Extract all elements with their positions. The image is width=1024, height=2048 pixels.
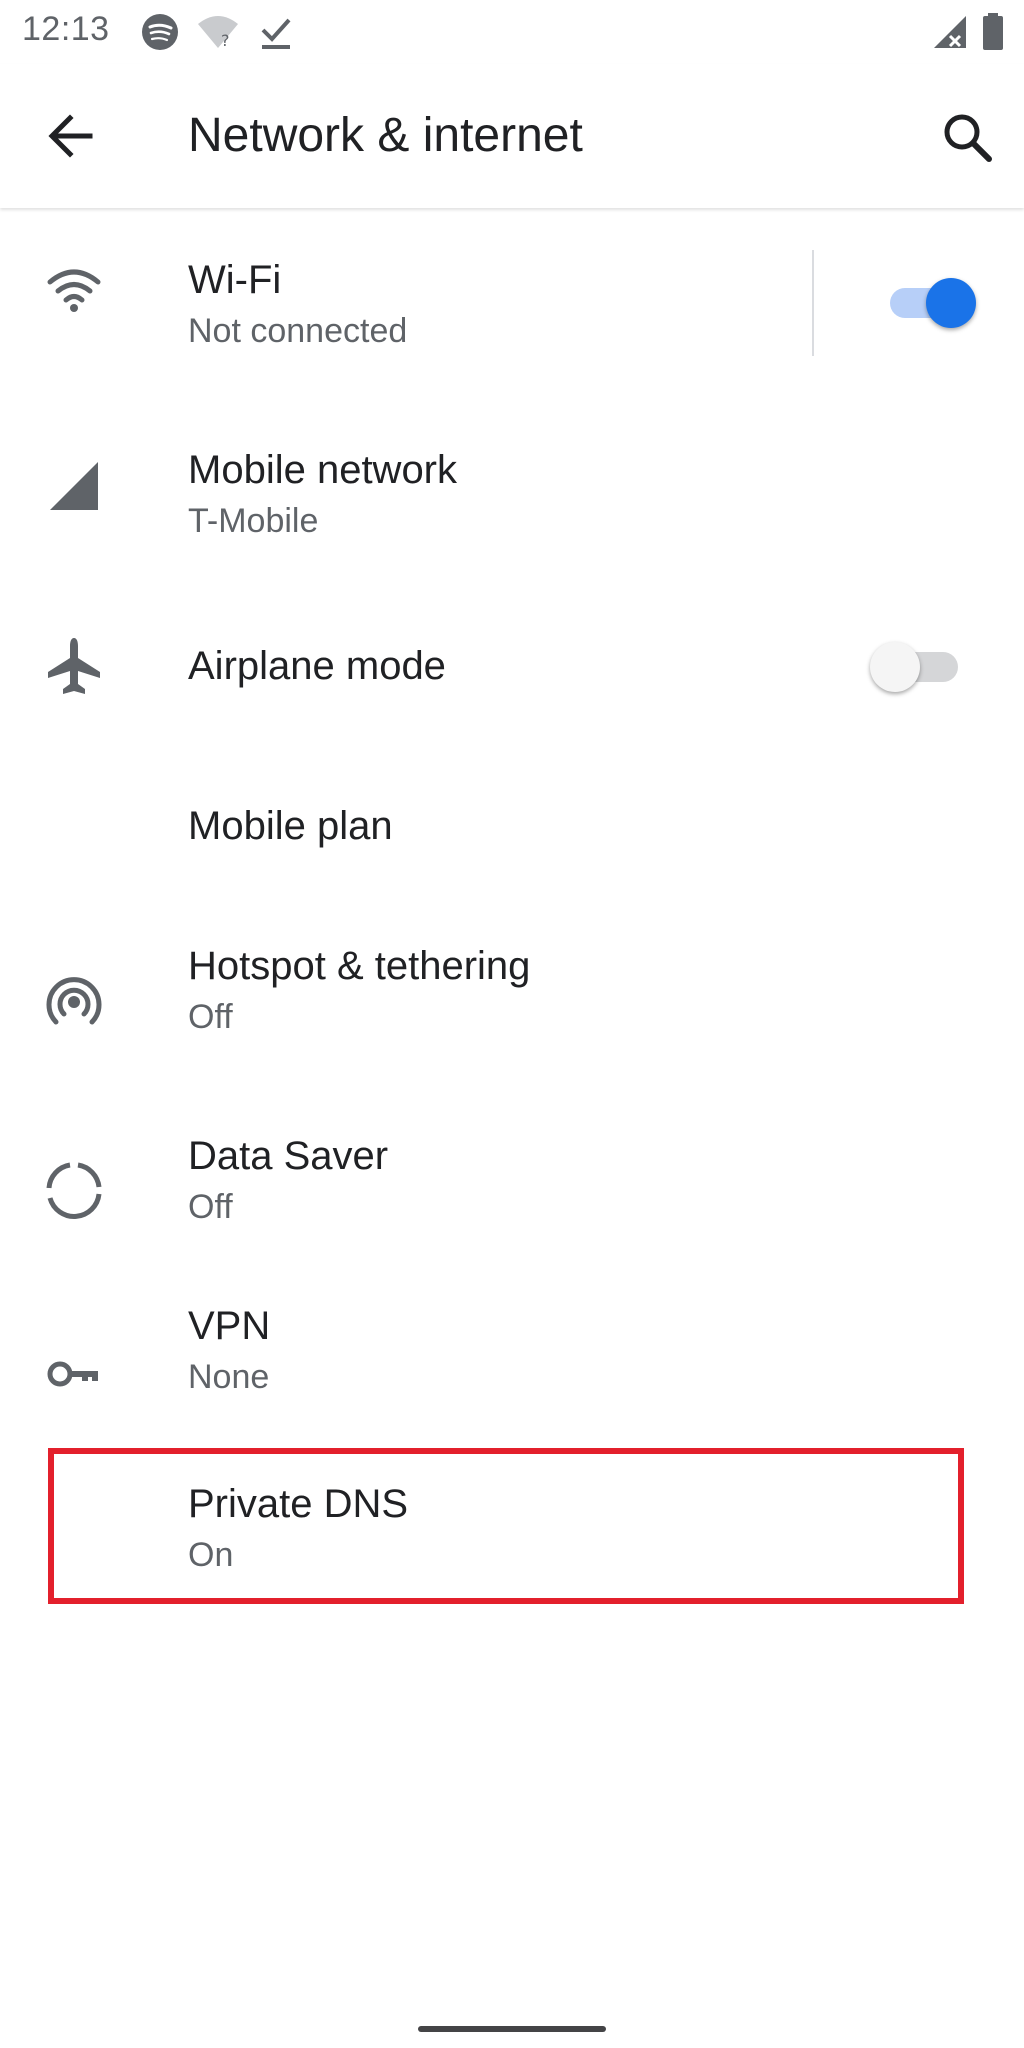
setting-subtitle: T-Mobile: [188, 502, 319, 540]
search-icon: [944, 114, 992, 162]
arrow-back-icon: [48, 114, 93, 158]
setting-title: Mobile plan: [188, 804, 393, 848]
spotify-icon: [142, 14, 178, 50]
svg-text:?: ?: [221, 31, 230, 50]
wifi-unknown-icon: ?: [198, 16, 238, 50]
setting-data-saver[interactable]: Data Saver Off: [0, 1098, 1024, 1288]
battery-icon: [983, 13, 1003, 50]
setting-airplane-mode[interactable]: Airplane mode: [0, 588, 1024, 778]
page-title: Network & internet: [188, 109, 583, 162]
airplane-mode-toggle[interactable]: [868, 636, 968, 696]
switch-thumb: [926, 278, 976, 328]
screen: 12:13 ? Network & internet Wi-Fi Not con…: [0, 0, 1024, 2048]
back-button[interactable]: [38, 106, 110, 166]
setting-mobile-network[interactable]: Mobile network T-Mobile: [0, 398, 1024, 588]
signal-icon: [50, 462, 98, 510]
highlight-box: [48, 1448, 964, 1604]
divider: [812, 250, 814, 356]
setting-title: Airplane mode: [188, 644, 446, 688]
switch-thumb: [870, 642, 920, 692]
setting-title: Mobile network: [188, 448, 458, 492]
setting-title: Data Saver: [188, 1134, 389, 1178]
vpn-key-icon: [47, 1361, 98, 1387]
setting-subtitle: Off: [188, 1188, 233, 1226]
setting-subtitle: Off: [188, 998, 233, 1036]
hotspot-icon: [46, 977, 102, 1025]
app-bar: Network & internet: [0, 64, 1024, 208]
signal-no-data-icon: [934, 16, 966, 48]
airplane-icon: [48, 638, 100, 694]
download-done-icon: [261, 18, 291, 49]
wifi-toggle[interactable]: [880, 272, 980, 332]
setting-subtitle: None: [188, 1358, 270, 1396]
setting-mobile-plan[interactable]: Mobile plan: [0, 768, 1024, 908]
setting-hotspot[interactable]: Hotspot & tethering Off: [0, 908, 1024, 1098]
status-bar: 12:13 ?: [0, 0, 1024, 64]
setting-subtitle: Not connected: [188, 312, 408, 350]
setting-title: Hotspot & tethering: [188, 944, 531, 988]
setting-title: VPN: [188, 1304, 271, 1348]
setting-wifi[interactable]: Wi-Fi Not connected: [0, 208, 1024, 398]
data-saver-icon: [46, 1162, 102, 1219]
search-button[interactable]: [932, 102, 1004, 174]
nav-handle[interactable]: [418, 2026, 606, 2032]
status-time: 12:13: [22, 10, 110, 48]
wifi-icon: [47, 269, 101, 312]
setting-title: Wi-Fi: [188, 258, 282, 302]
